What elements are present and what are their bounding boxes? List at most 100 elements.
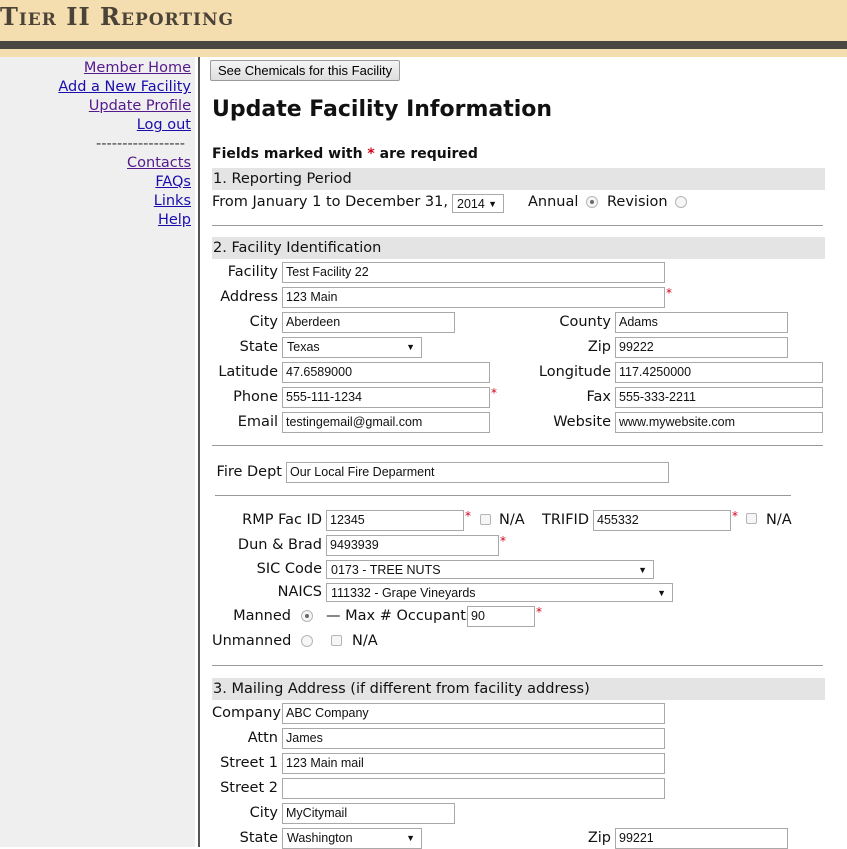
site-title: Tier II Reporting xyxy=(0,2,235,31)
attn-label: Attn xyxy=(247,730,278,746)
mail-zip-label: Zip xyxy=(587,830,611,846)
mail-city-label: City xyxy=(249,805,278,821)
facility-input[interactable]: Test Facility 22 xyxy=(282,262,665,283)
dropdown-arrow-icon: ▼ xyxy=(406,833,415,843)
naics-select[interactable]: 111332 - Grape Vineyards ▼ xyxy=(326,583,673,602)
city-input[interactable]: Aberdeen xyxy=(282,312,455,333)
zip-input[interactable]: 99222 xyxy=(615,337,788,358)
facility-label: Facility xyxy=(227,264,278,280)
dun-brad-input[interactable]: 9493939 xyxy=(326,535,499,556)
unmanned-label: Unmanned xyxy=(212,633,292,649)
year-value: 2014 xyxy=(457,197,485,211)
required-note-text-2: are required xyxy=(379,146,478,162)
required-marker: * xyxy=(491,386,497,400)
mail-state-select[interactable]: Washington ▼ xyxy=(282,828,422,849)
latitude-input[interactable]: 47.6589000 xyxy=(282,362,490,383)
naics-value: 111332 - Grape Vineyards xyxy=(331,586,476,600)
nav-help[interactable]: Help xyxy=(58,211,191,230)
trifid-na-label: N/A xyxy=(766,512,792,528)
rmp-label: RMP Fac ID xyxy=(242,512,322,528)
page-title: Update Facility Information xyxy=(212,97,553,122)
sidebar-divider xyxy=(198,57,200,847)
rmp-na-checkbox[interactable] xyxy=(480,514,491,525)
section-reporting-period: 1. Reporting Period xyxy=(212,168,825,190)
banner-stripe xyxy=(0,41,847,49)
dropdown-arrow-icon: ▼ xyxy=(488,199,497,209)
occupants-input[interactable]: 90 xyxy=(467,606,535,627)
address-input[interactable]: 123 Main xyxy=(282,287,665,308)
rmp-input[interactable]: 12345 xyxy=(326,510,464,531)
nav-member-home[interactable]: Member Home xyxy=(58,59,191,78)
unmanned-radio[interactable] xyxy=(301,635,313,647)
nav-separator: ----------------- xyxy=(96,136,185,152)
attn-input[interactable]: James xyxy=(282,728,665,749)
revision-label: Revision xyxy=(607,194,668,210)
company-label: Company xyxy=(212,705,281,721)
address-label: Address xyxy=(220,289,278,305)
see-chemicals-button[interactable]: See Chemicals for this Facility xyxy=(210,60,401,81)
required-marker: * xyxy=(465,509,471,523)
required-star: * xyxy=(367,146,375,162)
sic-label: SIC Code xyxy=(256,561,322,577)
rmp-na-label: N/A xyxy=(499,512,525,528)
mail-zip-input[interactable]: 99221 xyxy=(615,828,788,849)
section-mailing-address: 3. Mailing Address (if different from fa… xyxy=(212,678,825,700)
manned-radio[interactable] xyxy=(301,610,313,622)
latitude-label: Latitude xyxy=(218,364,278,380)
mail-state-label: State xyxy=(239,830,278,846)
nav-add-facility[interactable]: Add a New Facility xyxy=(58,78,191,97)
phone-label: Phone xyxy=(233,389,278,405)
fax-input[interactable]: 555-333-2211 xyxy=(615,387,823,408)
mail-city-input[interactable]: MyCitymail xyxy=(282,803,455,824)
state-select[interactable]: Texas ▼ xyxy=(282,337,422,358)
website-input[interactable]: www.mywebsite.com xyxy=(615,412,823,433)
fire-dept-input[interactable]: Our Local Fire Deparment xyxy=(286,462,669,483)
nav-faqs[interactable]: FAQs xyxy=(58,173,191,192)
phone-input[interactable]: 555-111-1234 xyxy=(282,387,490,408)
sidebar-nav: Member Home Add a New Facility Update Pr… xyxy=(58,59,191,230)
naics-label: NAICS xyxy=(277,584,322,600)
street1-input[interactable]: 123 Main mail xyxy=(282,753,665,774)
nav-links[interactable]: Links xyxy=(58,192,191,211)
unmanned-na-checkbox[interactable] xyxy=(331,635,342,646)
state-label: State xyxy=(239,339,278,355)
sic-select[interactable]: 0173 - TREE NUTS ▼ xyxy=(326,560,654,579)
street2-input[interactable] xyxy=(282,778,665,799)
unmanned-na-label: N/A xyxy=(352,633,378,649)
trifid-label: TRIFID xyxy=(542,512,589,528)
required-marker: * xyxy=(536,605,542,619)
divider xyxy=(212,445,823,446)
dun-brad-label: Dun & Brad xyxy=(237,537,322,553)
street1-label: Street 1 xyxy=(220,755,278,771)
revision-radio[interactable] xyxy=(675,196,687,208)
county-label: County xyxy=(559,314,611,330)
year-select[interactable]: 2014 ▼ xyxy=(452,194,504,213)
website-label: Website xyxy=(553,414,611,430)
trifid-na-checkbox[interactable] xyxy=(746,513,757,524)
longitude-label: Longitude xyxy=(538,364,611,380)
required-note-text: Fields marked with xyxy=(212,146,363,162)
period-text: From January 1 to December 31, xyxy=(212,194,448,210)
dropdown-arrow-icon: ▼ xyxy=(638,565,647,575)
nav-update-profile[interactable]: Update Profile xyxy=(58,97,191,116)
longitude-input[interactable]: 117.4250000 xyxy=(615,362,823,383)
sic-value: 0173 - TREE NUTS xyxy=(331,563,441,577)
sidebar: Member Home Add a New Facility Update Pr… xyxy=(0,57,195,847)
zip-label: Zip xyxy=(587,339,611,355)
trifid-input[interactable]: 455332 xyxy=(593,510,731,531)
nav-contacts[interactable]: Contacts xyxy=(58,154,191,173)
county-input[interactable]: Adams xyxy=(615,312,788,333)
manned-label: Manned xyxy=(233,608,291,624)
divider xyxy=(212,225,823,226)
email-label: Email xyxy=(237,414,278,430)
email-input[interactable]: testingemail@gmail.com xyxy=(282,412,490,433)
divider xyxy=(215,495,791,496)
annual-radio[interactable] xyxy=(586,196,598,208)
required-note: Fields marked with * are required xyxy=(212,146,478,162)
state-value: Texas xyxy=(287,340,320,354)
required-marker: * xyxy=(732,509,738,523)
nav-log-out[interactable]: Log out xyxy=(58,116,191,135)
fire-dept-label: Fire Dept xyxy=(216,464,282,480)
company-input[interactable]: ABC Company xyxy=(282,703,665,724)
required-marker: * xyxy=(666,286,672,300)
